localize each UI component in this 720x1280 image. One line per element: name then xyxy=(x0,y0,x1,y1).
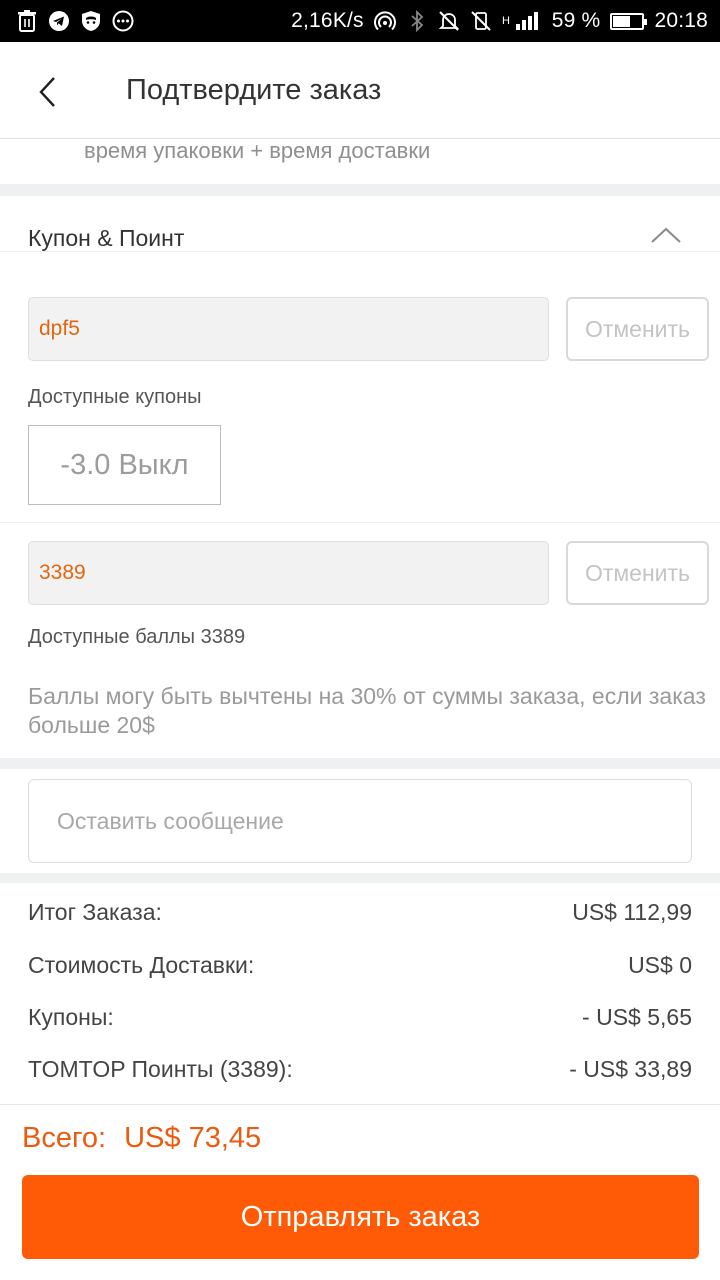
summary-label: Купоны: xyxy=(28,1003,114,1030)
battery-icon xyxy=(610,12,648,30)
delivery-time-note: время упаковки + время доставки xyxy=(84,138,431,163)
summary-row-coupons: Купоны: - US$ 5,65 xyxy=(28,997,692,1037)
section-separator xyxy=(0,184,720,196)
summary-label: Стоимость Доставки: xyxy=(28,951,255,978)
points-note: Баллы могу быть вычтены на 30% от суммы … xyxy=(28,683,706,738)
hotspot-icon xyxy=(373,10,396,32)
total-value: US$ 73,45 xyxy=(124,1122,262,1154)
page-title: Подтвердите заказ xyxy=(126,74,382,106)
order-confirm-screen: 2,16K/s H 59 % 20:18 Подтвердите заказ в… xyxy=(0,0,720,1280)
available-coupons-label: Доступные купоны xyxy=(28,386,202,408)
clock: 20:18 xyxy=(654,9,708,32)
summary-label: TOMTOP Поинты (3389): xyxy=(28,1055,293,1082)
coupon-section-title: Купон & Поинт xyxy=(28,225,185,251)
mute-icon xyxy=(438,10,460,32)
summary-value: US$ 0 xyxy=(628,951,692,978)
status-left xyxy=(16,10,134,32)
trash-icon xyxy=(16,10,38,32)
net-speed: 2,16K/s xyxy=(291,9,364,32)
svg-text:H: H xyxy=(502,15,510,27)
battery-percent: 59 % xyxy=(551,9,601,32)
telegram-icon xyxy=(48,10,70,32)
points-cancel-button[interactable]: Отменить xyxy=(566,541,709,605)
summary-row-points: TOMTOP Поинты (3389): - US$ 33,89 xyxy=(28,1049,692,1089)
points-input[interactable]: 3389 xyxy=(28,541,549,605)
app-header: Подтвердите заказ xyxy=(0,42,720,139)
available-points-label: Доступные баллы 3389 xyxy=(28,626,246,648)
section-separator xyxy=(0,873,720,883)
summary-value: - US$ 33,89 xyxy=(569,1055,692,1082)
signal-icon: H xyxy=(502,10,542,32)
order-total: Всего: US$ 73,45 xyxy=(22,1122,261,1155)
coupon-code-input[interactable]: dpf5 xyxy=(28,297,549,361)
summary-label: Итог Заказа: xyxy=(28,898,162,925)
footer-divider xyxy=(0,1104,720,1105)
total-label: Всего: xyxy=(22,1122,107,1154)
summary-row-shipping: Стоимость Доставки: US$ 0 xyxy=(28,945,692,985)
status-right: 2,16K/s H 59 % 20:18 xyxy=(291,9,708,33)
summary-row-subtotal: Итог Заказа: US$ 112,99 xyxy=(28,892,692,932)
back-arrow-icon xyxy=(39,77,55,107)
chevron-up-icon[interactable] xyxy=(650,226,682,244)
divider xyxy=(0,522,720,523)
summary-value: - US$ 5,65 xyxy=(582,1003,692,1030)
status-bar: 2,16K/s H 59 % 20:18 xyxy=(0,0,720,42)
submit-order-button[interactable]: Отправлять заказ xyxy=(22,1175,699,1259)
coupon-chip[interactable]: -3.0 Выкл xyxy=(28,425,221,505)
section-separator xyxy=(0,758,720,769)
coupon-cancel-button[interactable]: Отменить xyxy=(566,297,709,361)
summary-value: US$ 112,99 xyxy=(572,898,692,925)
coupon-section-header[interactable]: Купон & Поинт xyxy=(0,196,720,252)
back-button[interactable] xyxy=(30,70,70,114)
bluetooth-icon xyxy=(406,10,428,32)
vibrate-off-icon xyxy=(470,10,492,32)
shield-icon xyxy=(80,10,102,32)
more-icon xyxy=(112,10,134,32)
message-input[interactable]: Оставить сообщение xyxy=(28,779,692,863)
battery-fill xyxy=(613,15,631,27)
